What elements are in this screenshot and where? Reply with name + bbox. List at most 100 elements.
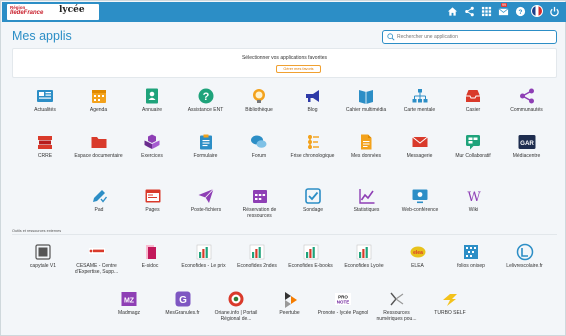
app-tile[interactable]: Pages <box>126 181 180 221</box>
app-tile[interactable]: Bibliothèque <box>232 81 286 121</box>
app-tile[interactable]: Econofides Lycée <box>337 237 391 277</box>
user-avatar[interactable] <box>531 5 543 17</box>
app-tile[interactable]: MZ Madmagz <box>102 284 156 324</box>
esidoc-icon <box>123 243 177 261</box>
app-tile[interactable]: Cahier multimédia <box>339 81 393 121</box>
app-tile[interactable]: capytale V1 <box>16 237 70 277</box>
lycee-logo[interactable]: Région IledeFrance lycée <box>7 4 99 20</box>
app-tile[interactable]: Mur Collaboratif <box>446 127 500 167</box>
app-tile-label: Messagerie <box>406 153 433 159</box>
econofides-icon <box>284 243 338 261</box>
power-icon[interactable] <box>548 5 560 17</box>
cesame-logo-icon <box>70 243 124 261</box>
section-divider <box>12 234 557 235</box>
app-tile[interactable]: Web-conférence <box>393 181 447 221</box>
app-tile[interactable]: Actualités <box>18 81 72 121</box>
peertube-icon <box>263 290 317 308</box>
app-tile[interactable]: Casier <box>446 81 500 121</box>
app-tile[interactable]: Econofides E-books <box>284 237 338 277</box>
app-tile-label: Web-conférence <box>401 207 439 213</box>
megaphone-icon <box>286 87 340 105</box>
manage-favorites-button[interactable]: Gérer mes favoris <box>276 65 321 73</box>
app-tile[interactable]: Espace documentaire <box>72 127 126 167</box>
folios-icon <box>444 243 498 261</box>
app-tile[interactable]: elea ELEA <box>391 237 445 277</box>
app-tile[interactable]: G MesGranules.fr <box>156 284 210 324</box>
app-tile[interactable]: E-sidoc <box>123 237 177 277</box>
newspaper-icon <box>18 87 72 105</box>
app-tile[interactable]: Poste-fichiers <box>179 181 233 221</box>
app-tile[interactable]: Forum <box>232 127 286 167</box>
app-tile[interactable]: Agenda <box>72 81 126 121</box>
app-tile[interactable]: Ressources numériques pou... <box>370 284 424 324</box>
apps-grid: Outils et ressources externes Actualités… <box>12 81 557 335</box>
app-tile-label: Assistance ENT <box>187 107 224 113</box>
app-tile[interactable]: Mes données <box>339 127 393 167</box>
app-tile-label: ELEA <box>411 263 424 269</box>
app-tile-label: Actualités <box>34 107 56 113</box>
app-tile[interactable]: Annuaire <box>125 81 179 121</box>
app-tile[interactable]: ? Assistance ENT <box>179 81 233 121</box>
app-tile[interactable]: Blog <box>286 81 340 121</box>
app-tile-label: Réservation de ressources <box>242 207 277 219</box>
apps-grid-icon[interactable] <box>480 5 492 17</box>
home-icon[interactable] <box>446 5 458 17</box>
speech-board-icon <box>446 133 500 151</box>
app-tile-label: Econofides - Le prix <box>181 263 226 269</box>
app-tile[interactable]: Carte mentale <box>393 81 447 121</box>
page-title: Mes applis <box>12 29 72 43</box>
app-tile[interactable]: Sondage <box>286 181 340 221</box>
top-bar: Région IledeFrance lycée 99 ? <box>2 2 566 22</box>
app-tile-label: Poste-fichiers <box>190 207 222 213</box>
inbox-tray-icon <box>446 87 500 105</box>
oriane-icon <box>209 290 263 308</box>
app-tile[interactable]: Econofides 2ndes <box>230 237 284 277</box>
app-tile-label: Statistiques <box>353 207 380 213</box>
app-tile-label: Cahier multimédia <box>345 107 387 113</box>
app-tile[interactable]: TURBO SELF <box>423 284 477 324</box>
app-tile-label: Madmagz <box>118 310 140 316</box>
search-input[interactable] <box>397 32 552 42</box>
app-tile[interactable]: Statistiques <box>340 181 394 221</box>
app-tile[interactable]: folios onisep <box>444 237 498 277</box>
pencil-check-icon <box>72 187 126 205</box>
app-tile[interactable]: Pad <box>72 181 126 221</box>
logo-region-name: IledeFrance <box>10 10 44 16</box>
app-tile[interactable]: Econofides - Le prix <box>177 237 231 277</box>
app-tile-label: Pages <box>145 207 160 213</box>
app-tile-label: Econofides E-books <box>288 263 333 269</box>
app-tile-label: Sondage <box>302 207 324 213</box>
app-tile-label: TURBO SELF <box>434 310 466 316</box>
app-tile[interactable]: W Wiki <box>447 181 501 221</box>
app-frame: Région IledeFrance lycée 99 ? Mes applis… <box>0 0 566 336</box>
line-chart-icon <box>340 187 394 205</box>
favorites-prompt: Sélectionner vos applications favorites <box>241 55 328 61</box>
app-tile[interactable]: Frise chronologique <box>286 127 340 167</box>
app-tile[interactable]: Formulaire <box>179 127 233 167</box>
sitemap-icon <box>393 87 447 105</box>
search-box[interactable] <box>382 30 557 44</box>
paper-plane-icon <box>179 187 233 205</box>
app-tile[interactable]: Messagerie <box>393 127 447 167</box>
app-tile[interactable]: Peertube <box>263 284 317 324</box>
help-icon[interactable]: ? <box>514 5 526 17</box>
gar-logo-icon: GAR <box>500 133 554 151</box>
app-tile[interactable]: Exercices <box>125 127 179 167</box>
chat-bubbles-icon <box>232 133 286 151</box>
svg-text:G: G <box>179 295 187 306</box>
app-tile[interactable]: CESAME - Centre d'Expertise, Supp... <box>70 237 124 277</box>
app-tile-label: CESAME - Centre d'Expertise, Supp... <box>74 263 119 275</box>
app-tile[interactable]: GAR Médiacentre <box>500 127 554 167</box>
svg-text:NOTE: NOTE <box>337 300 350 305</box>
svg-text:?: ? <box>518 8 522 15</box>
app-tile[interactable]: Communautés <box>500 81 554 121</box>
app-tile[interactable]: Lelivrescolaire.fr <box>498 237 552 277</box>
app-tile[interactable]: PRO NOTE Pronote - lycée Pagnol <box>316 284 370 324</box>
mail-icon[interactable]: 99 <box>497 3 509 17</box>
share-icon[interactable] <box>463 5 475 17</box>
app-tile[interactable]: Oriane.info | Portail Régional de... <box>209 284 263 324</box>
app-tile[interactable]: Réservation de ressources <box>233 181 287 221</box>
app-tile-label: Ressources numériques pou... <box>376 310 417 322</box>
app-tile-label: Oriane.info | Portail Régional de... <box>214 310 258 322</box>
app-tile[interactable]: CRRE <box>18 127 72 167</box>
